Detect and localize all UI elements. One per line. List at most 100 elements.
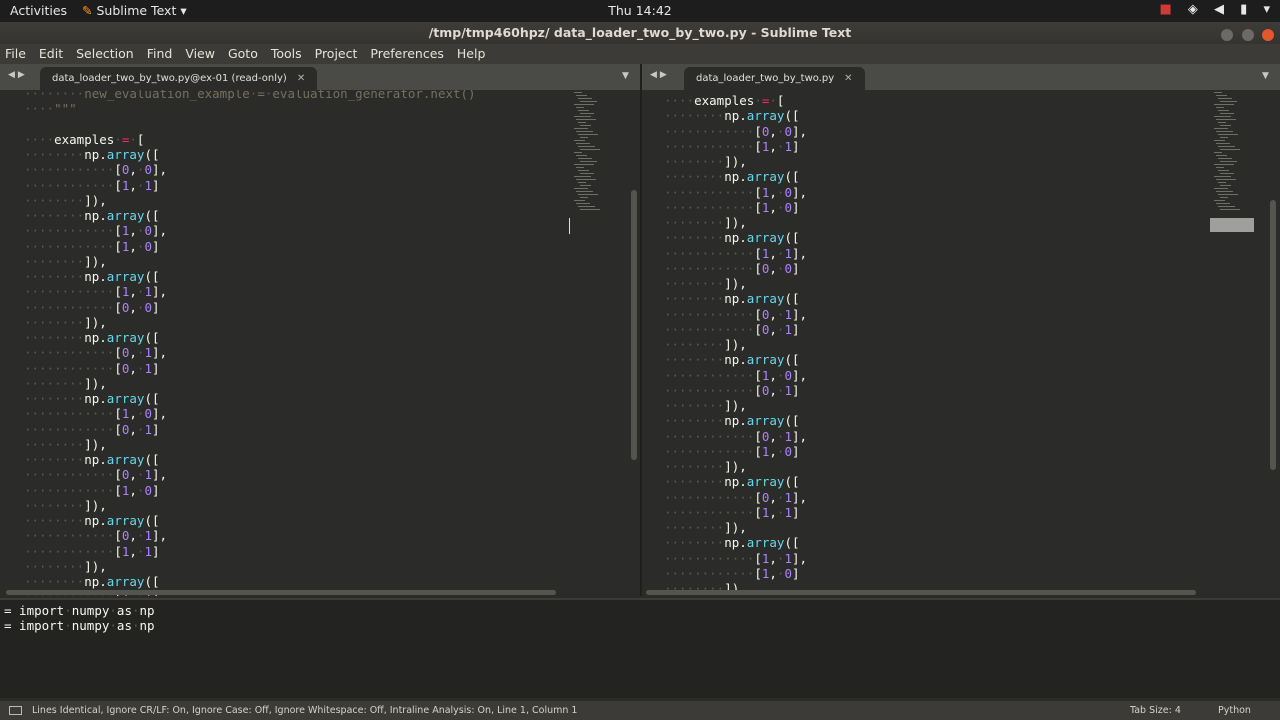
left-vertical-scrollbar[interactable] <box>631 190 637 460</box>
code-line: ········new_evaluation_example·=·evaluat… <box>24 90 476 101</box>
code-line: ············[1,·1], <box>664 550 808 566</box>
tab-label: data_loader_two_by_two.py@ex-01 (read-on… <box>52 73 287 84</box>
minimap-line <box>578 146 595 147</box>
status-bar: Lines Identical, Ignore CR/LF: On, Ignor… <box>0 701 1280 720</box>
minimap-line <box>1214 176 1231 177</box>
code-line: ········np.array([ <box>664 535 800 551</box>
tab-left-file[interactable]: data_loader_two_by_two.py@ex-01 (read-on… <box>40 67 318 90</box>
left-horizontal-scrollbar[interactable] <box>6 590 556 595</box>
system-top-bar: Activities ✎ Sublime Text ▾ Thu 14:42 ■ ◈… <box>0 0 1280 22</box>
close-tab-icon[interactable]: ✕ <box>297 73 305 84</box>
panel-toggle-icon[interactable] <box>9 706 22 715</box>
tab-dropdown-icon[interactable]: ▼ <box>622 71 629 81</box>
menu-view[interactable]: View <box>180 44 219 61</box>
clock[interactable]: Thu 14:42 <box>608 3 671 18</box>
left-code-view[interactable]: ········new_evaluation_example·=·evaluat… <box>24 90 476 596</box>
left-editor-pane[interactable]: ········new_evaluation_example·=·evaluat… <box>0 90 640 596</box>
code-line: ········]), <box>24 375 107 391</box>
code-line: ········]), <box>664 520 747 535</box>
minimap-line <box>1220 101 1237 102</box>
code-line: ············[0,·1], <box>24 528 168 544</box>
menu-file[interactable]: File <box>0 44 30 61</box>
activities-button[interactable]: Activities <box>10 3 67 18</box>
minimap-line <box>1218 134 1238 135</box>
chevron-down-icon: ▾ <box>180 3 187 18</box>
minimap-line <box>1214 200 1225 201</box>
code-line: ············[1,·0], <box>664 367 808 383</box>
minimap-line <box>578 98 592 99</box>
record-icon[interactable]: ■ <box>1159 2 1171 17</box>
menu-goto[interactable]: Goto <box>223 44 262 61</box>
menu-bar: File Edit Selection Find View Goto Tools… <box>0 44 1280 64</box>
right-horizontal-scrollbar[interactable] <box>646 590 1196 595</box>
right-minimap[interactable] <box>1210 90 1268 232</box>
right-code-view[interactable]: ····examples·=·[········np.array([······… <box>664 93 807 596</box>
syntax-selector[interactable]: Python <box>1218 701 1251 720</box>
minimap-line <box>580 149 600 150</box>
minimap-line <box>574 140 585 141</box>
minimap-line <box>580 137 588 138</box>
close-tab-icon[interactable]: ✕ <box>844 73 852 84</box>
text-cursor <box>569 218 570 234</box>
minimap-line <box>578 122 586 123</box>
battery-icon[interactable]: ▮ <box>1240 2 1247 17</box>
menu-edit[interactable]: Edit <box>34 44 67 61</box>
minimap-line <box>1218 194 1238 195</box>
output-line: = import·numpy·as·np <box>4 618 155 634</box>
menu-help[interactable]: Help <box>452 44 490 61</box>
tab-right-file[interactable]: data_loader_two_by_two.py ✕ <box>684 67 865 90</box>
code-line: ········np.array([ <box>664 108 800 124</box>
code-line: ········]), <box>664 337 747 352</box>
minimap-line <box>578 170 589 171</box>
close-window-button[interactable] <box>1262 29 1274 41</box>
minimap-line <box>574 104 594 105</box>
tab-nav-arrows-icon[interactable]: ◀▶ <box>650 70 670 80</box>
menu-tools[interactable]: Tools <box>266 44 306 61</box>
code-line: ········]), <box>664 398 747 413</box>
minimap-line <box>1216 143 1230 144</box>
right-tab-bar: ◀▶ data_loader_two_by_two.py ✕ ▼ <box>642 64 1280 90</box>
code-line: ············[0,·0], <box>24 162 168 178</box>
code-line: ············[0,·0] <box>664 260 800 276</box>
code-line: ········]), <box>24 436 107 452</box>
menu-find[interactable]: Find <box>142 44 177 61</box>
minimap-line <box>574 176 591 177</box>
right-editor-pane[interactable]: ····examples·=·[········np.array([······… <box>642 90 1280 596</box>
minimap-line <box>1214 140 1225 141</box>
menu-project[interactable]: Project <box>310 44 362 61</box>
code-line: ········]), <box>24 192 107 208</box>
menu-selection[interactable]: Selection <box>71 44 138 61</box>
tab-size-selector[interactable]: Tab Size: 4 <box>1130 701 1181 720</box>
minimap-line <box>1218 110 1229 111</box>
system-tray[interactable]: ■ ◈ ◀ ▮ ▾ <box>1147 2 1270 17</box>
right-vertical-scrollbar[interactable] <box>1270 200 1276 470</box>
minimize-button[interactable] <box>1221 29 1234 41</box>
minimap-line <box>578 134 598 135</box>
volume-icon[interactable]: ◀ <box>1214 2 1224 17</box>
code-line: ············[1,·1] <box>24 543 160 559</box>
menu-preferences[interactable]: Preferences <box>365 44 448 61</box>
minimap-line <box>574 92 582 93</box>
code-line: ············[1,·0], <box>664 184 808 200</box>
app-menu-button[interactable]: ✎ Sublime Text ▾ <box>82 3 187 18</box>
code-line: ········np.array([ <box>664 352 800 368</box>
tab-dropdown-icon[interactable]: ▼ <box>1262 71 1269 81</box>
code-line: ········np.array([ <box>24 269 160 284</box>
maximize-button[interactable] <box>1241 29 1254 41</box>
code-line: ········]), <box>24 253 107 269</box>
left-minimap[interactable] <box>570 90 628 230</box>
sublime-icon: ✎ <box>82 3 93 18</box>
chevron-down-icon[interactable]: ▾ <box>1263 2 1270 17</box>
minimap-line <box>1220 137 1228 138</box>
minimap-line <box>580 101 597 102</box>
code-line: ············[1,·1] <box>24 177 160 193</box>
minimap-line <box>1216 95 1227 96</box>
minimap-line <box>580 173 594 174</box>
minimap-viewport[interactable] <box>1210 218 1254 232</box>
wifi-icon[interactable]: ◈ <box>1188 2 1198 17</box>
code-line: ············[1,·1], <box>24 284 168 300</box>
minimap-line <box>576 119 596 120</box>
tab-nav-arrows-icon[interactable]: ◀▶ <box>8 70 28 80</box>
diff-output-panel[interactable]: = import·numpy·as·np = import·numpy·as·np <box>0 598 1280 698</box>
code-line: ············[0,·1] <box>24 360 160 376</box>
